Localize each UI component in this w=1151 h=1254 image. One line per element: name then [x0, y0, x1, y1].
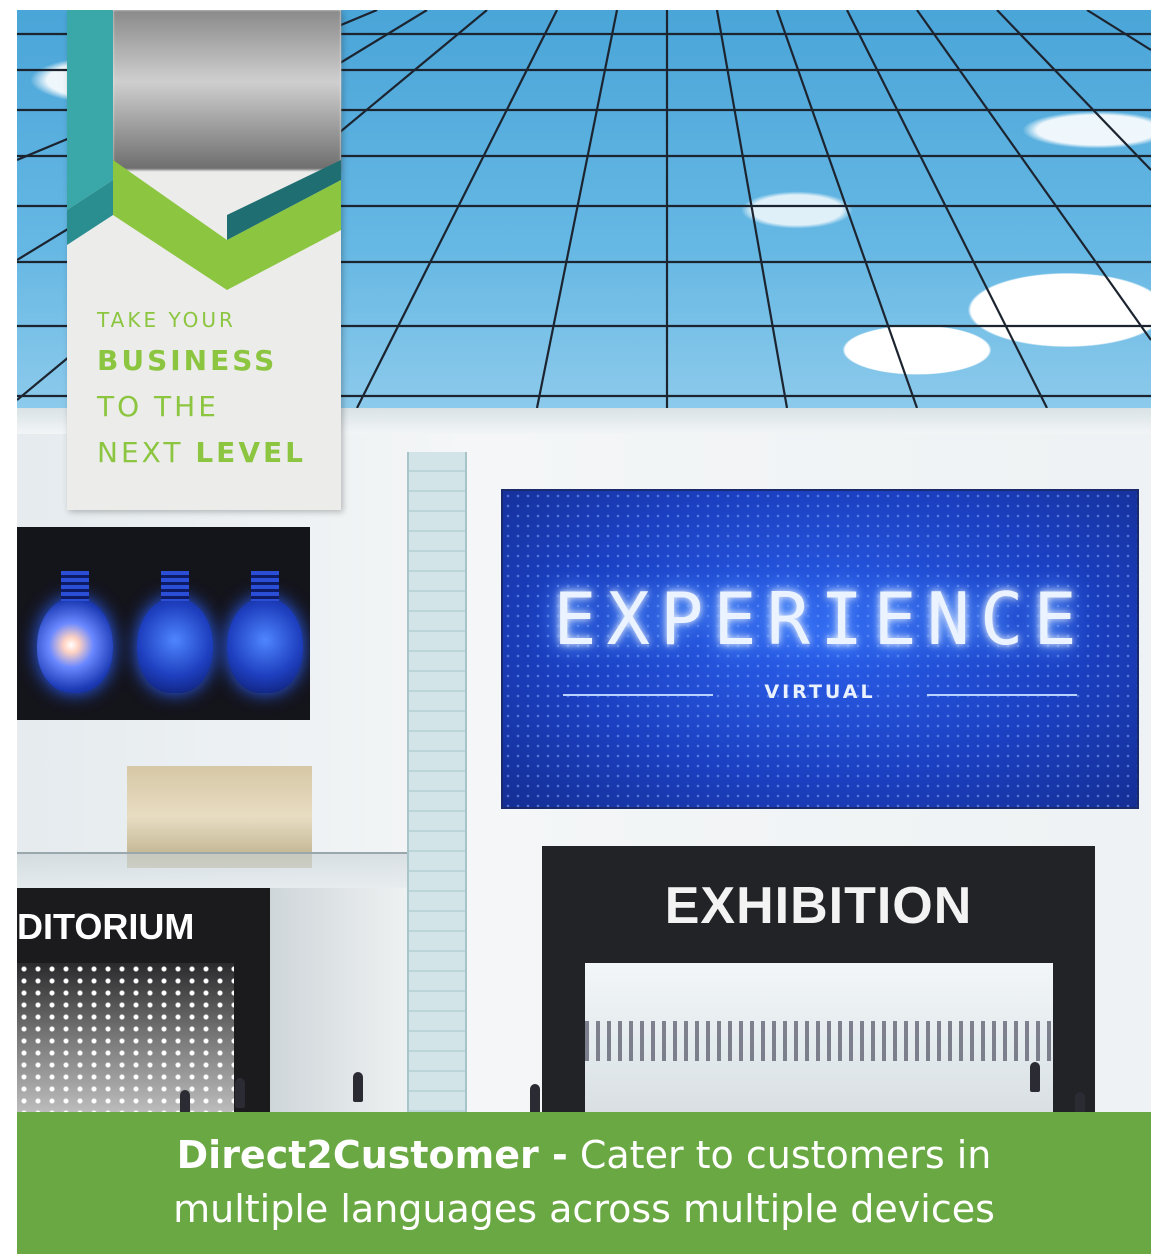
glass-elevator-column — [407, 452, 467, 1112]
caption-line-1-text: Cater to customers in — [567, 1133, 992, 1177]
banner-line-4-prefix: NEXT — [97, 436, 196, 469]
visitor-figure — [353, 1072, 363, 1102]
visitor-figure — [235, 1078, 245, 1108]
visitor-figure — [1075, 1092, 1085, 1112]
promo-banner: TAKE YOUR BUSINESS TO THE NEXT LEVEL — [67, 10, 341, 510]
caption-brand: Direct2Customer - — [176, 1133, 568, 1177]
banner-line-2: BUSINESS — [97, 344, 278, 377]
exhibition-hall-view — [585, 963, 1053, 1112]
balcony-railing — [17, 852, 407, 890]
auditorium-interior — [17, 963, 234, 1112]
lightbulb-icon — [37, 571, 113, 693]
lightbulb-icon — [227, 571, 303, 693]
banner-line-4-emphasis: LEVEL — [195, 436, 306, 469]
visitor-figure — [1030, 1062, 1040, 1092]
auditorium-side-wall — [270, 888, 407, 1112]
virtual-venue-illustration: TAKE YOUR BUSINESS TO THE NEXT LEVEL EXP… — [17, 10, 1151, 1112]
lightbulb-screen — [17, 527, 310, 720]
banner-line-3: TO THE — [97, 390, 219, 423]
exhibition-entrance: EXHIBITION — [542, 846, 1095, 1112]
caption-line-1: Direct2Customer - Cater to customers in — [17, 1130, 1151, 1180]
banner-line-4: NEXT LEVEL — [97, 436, 306, 469]
visitor-figure — [530, 1084, 540, 1112]
lightbulb-icon — [137, 571, 213, 693]
caption-bar: Direct2Customer - Cater to customers in … — [17, 1112, 1151, 1254]
visitor-figure — [180, 1090, 190, 1112]
screen-title: EXPERIENCE — [553, 577, 1087, 661]
experience-screen: EXPERIENCE VIRTUAL — [501, 489, 1139, 809]
banner-line-1: TAKE YOUR — [97, 308, 236, 332]
screen-subtitle: VIRTUAL — [764, 681, 876, 703]
auditorium-sign: DITORIUM — [17, 906, 195, 947]
exhibition-sign: EXHIBITION — [664, 877, 973, 935]
caption-line-2: multiple languages across multiple devic… — [173, 1187, 995, 1231]
banner-ribbon-graphic — [67, 10, 341, 290]
